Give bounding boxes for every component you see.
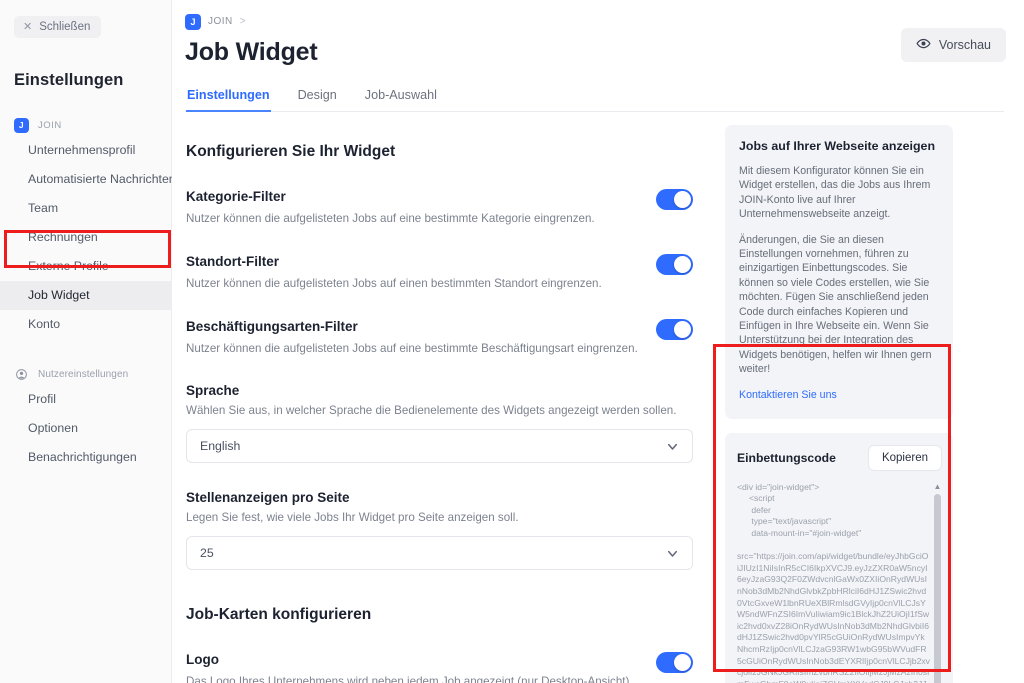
- copy-button[interactable]: Kopieren: [867, 444, 942, 471]
- info-card-paragraph-2: Änderungen, die Sie an diesen Einstellun…: [739, 233, 932, 376]
- sidebar-item-benachrichtigungen[interactable]: Benachrichtigungen: [0, 443, 171, 472]
- toggle-kategorie-filter[interactable]: [656, 189, 693, 210]
- sidebar: ✕ Schließen Einstellungen J JOIN Unterne…: [0, 0, 176, 683]
- setting-texts: Beschäftigungsarten-Filter Nutzer können…: [186, 318, 644, 356]
- toggle-knob: [674, 191, 691, 208]
- nav-group-header-user: Nutzereinstellungen: [0, 363, 171, 385]
- sidebar-item-profil[interactable]: Profil: [0, 385, 171, 414]
- chevron-down-icon: [665, 546, 680, 561]
- nav-group-label-user: Nutzereinstellungen: [38, 368, 129, 380]
- page-title: Job Widget: [185, 38, 318, 66]
- main-inner: J JOIN > Job Widget Vorschau Einstellung…: [172, 0, 1024, 683]
- tab-bar: Einstellungen Design Job-Auswahl: [185, 88, 1004, 112]
- breadcrumb: J JOIN >: [185, 8, 1004, 30]
- toggle-standort-filter[interactable]: [656, 254, 693, 275]
- app-root: ✕ Schließen Einstellungen J JOIN Unterne…: [0, 0, 1024, 683]
- close-settings-button[interactable]: ✕ Schließen: [14, 16, 102, 38]
- toggle-beschaeftigungsarten-filter[interactable]: [656, 319, 693, 340]
- setting-desc-beschaeftigungsarten-filter: Nutzer können die aufgelisteten Jobs auf…: [186, 342, 638, 355]
- eye-icon: [916, 36, 931, 54]
- field-desc-stellenanzeigen: Legen Sie fest, wie viele Jobs Ihr Widge…: [186, 511, 519, 524]
- setting-label-beschaeftigungsarten-filter: Beschäftigungsarten-Filter: [186, 319, 358, 334]
- sidebar-item-automatisierte-nachrichten[interactable]: Automatisierte Nachrichten: [0, 165, 176, 194]
- sidebar-item-unternehmensprofil[interactable]: Unternehmensprofil: [0, 136, 171, 165]
- nav-group-label-join: JOIN: [38, 119, 62, 131]
- nav-group-user: Nutzereinstellungen Profil Optionen Bena…: [0, 363, 171, 472]
- settings-column: Konfigurieren Sie Ihr Widget Kategorie-F…: [185, 112, 693, 683]
- breadcrumb-separator-icon: >: [239, 16, 246, 27]
- sidebar-item-team[interactable]: Team: [0, 194, 171, 223]
- setting-texts: Logo Das Logo Ihres Unternehmens wird ne…: [186, 651, 644, 683]
- embed-code-text: <div id="join-widget"> <script defer typ…: [737, 481, 930, 683]
- embed-code-scrollbar[interactable]: ▲ ▼: [933, 482, 942, 683]
- nav-group-header-join: J JOIN: [0, 114, 171, 136]
- toggle-knob: [674, 321, 691, 338]
- tab-job-auswahl[interactable]: Job-Auswahl: [364, 88, 438, 112]
- tab-design[interactable]: Design: [297, 88, 338, 112]
- setting-logo: Logo Das Logo Ihres Unternehmens wird ne…: [186, 651, 693, 683]
- breadcrumb-join-icon: J: [185, 13, 201, 30]
- setting-beschaeftigungsarten-filter: Beschäftigungsarten-Filter Nutzer können…: [186, 318, 693, 356]
- setting-standort-filter: Standort-Filter Nutzer können die aufgel…: [186, 253, 693, 291]
- info-card-title: Jobs auf Ihrer Webseite anzeigen: [739, 139, 936, 153]
- select-stellenanzeigen[interactable]: 25: [186, 536, 693, 570]
- breadcrumb-label[interactable]: JOIN: [208, 16, 233, 27]
- section-title-widget: Konfigurieren Sie Ihr Widget: [186, 143, 396, 160]
- sidebar-item-optionen[interactable]: Optionen: [0, 414, 171, 443]
- sidebar-item-externe-profile[interactable]: Externe Profile: [0, 252, 171, 281]
- preview-button[interactable]: Vorschau: [900, 28, 1006, 62]
- sidebar-item-konto[interactable]: Konto: [0, 310, 171, 339]
- nav-group-join: J JOIN Unternehmensprofil Automatisierte…: [0, 114, 176, 339]
- field-stellenanzeigen-pro-seite: Stellenanzeigen pro Seite Legen Sie fest…: [186, 490, 693, 570]
- embed-code-title: Einbettungscode: [737, 450, 836, 465]
- toggle-knob: [674, 654, 691, 671]
- sidebar-item-rechnungen[interactable]: Rechnungen: [0, 223, 171, 252]
- field-sprache: Sprache Wählen Sie aus, in welcher Sprac…: [186, 383, 693, 463]
- toggle-knob: [674, 256, 691, 273]
- preview-button-label: Vorschau: [938, 38, 991, 52]
- setting-desc-kategorie-filter: Nutzer können die aufgelisteten Jobs auf…: [186, 212, 595, 225]
- scrollbar-thumb[interactable]: [934, 493, 941, 683]
- setting-texts: Kategorie-Filter Nutzer können die aufge…: [186, 188, 644, 226]
- select-stellenanzeigen-value: 25: [200, 546, 214, 560]
- select-sprache-value: English: [200, 439, 241, 453]
- info-card: Jobs auf Ihrer Webseite anzeigen Mit die…: [725, 125, 953, 419]
- setting-label-kategorie-filter: Kategorie-Filter: [186, 189, 286, 204]
- scroll-up-arrow-icon[interactable]: ▲: [933, 482, 942, 491]
- embed-code-card: Einbettungscode Kopieren <div id="join-w…: [725, 432, 953, 683]
- select-sprache[interactable]: English: [186, 429, 693, 463]
- embed-card-header: Einbettungscode Kopieren: [737, 444, 942, 471]
- close-x-icon: ✕: [23, 20, 33, 33]
- setting-desc-standort-filter: Nutzer können die aufgelisteten Jobs auf…: [186, 277, 602, 290]
- setting-texts: Standort-Filter Nutzer können die aufgel…: [186, 253, 644, 291]
- toggle-logo[interactable]: [656, 652, 693, 673]
- embed-code-box[interactable]: <div id="join-widget"> <script defer typ…: [737, 482, 942, 683]
- setting-kategorie-filter: Kategorie-Filter Nutzer können die aufge…: [186, 188, 693, 226]
- sidebar-item-job-widget[interactable]: Job Widget: [0, 281, 171, 310]
- setting-desc-logo: Das Logo Ihres Unternehmens wird neben j…: [186, 675, 633, 683]
- main-content: J JOIN > Job Widget Vorschau Einstellung…: [172, 0, 1024, 683]
- tab-einstellungen[interactable]: Einstellungen: [186, 88, 271, 112]
- field-desc-sprache: Wählen Sie aus, in welcher Sprache die B…: [186, 404, 677, 417]
- setting-label-standort-filter: Standort-Filter: [186, 254, 279, 269]
- field-label-sprache: Sprache: [186, 383, 240, 398]
- info-column: Jobs auf Ihrer Webseite anzeigen Mit die…: [713, 112, 953, 683]
- info-card-paragraph-1: Mit diesem Konfigurator können Sie ein W…: [739, 165, 931, 221]
- field-label-stellenanzeigen: Stellenanzeigen pro Seite: [186, 490, 350, 505]
- join-brand-icon: J: [14, 117, 29, 133]
- chevron-down-icon: [665, 439, 680, 454]
- section-title-job-karten: Job-Karten konfigurieren: [186, 606, 372, 623]
- user-circle-icon: [14, 367, 29, 382]
- contact-us-link[interactable]: Kontaktieren Sie uns: [739, 389, 837, 401]
- sidebar-title: Einstellungen: [14, 71, 124, 89]
- setting-label-logo: Logo: [186, 652, 219, 667]
- content-columns: Konfigurieren Sie Ihr Widget Kategorie-F…: [185, 112, 1004, 683]
- close-settings-label: Schließen: [39, 21, 91, 33]
